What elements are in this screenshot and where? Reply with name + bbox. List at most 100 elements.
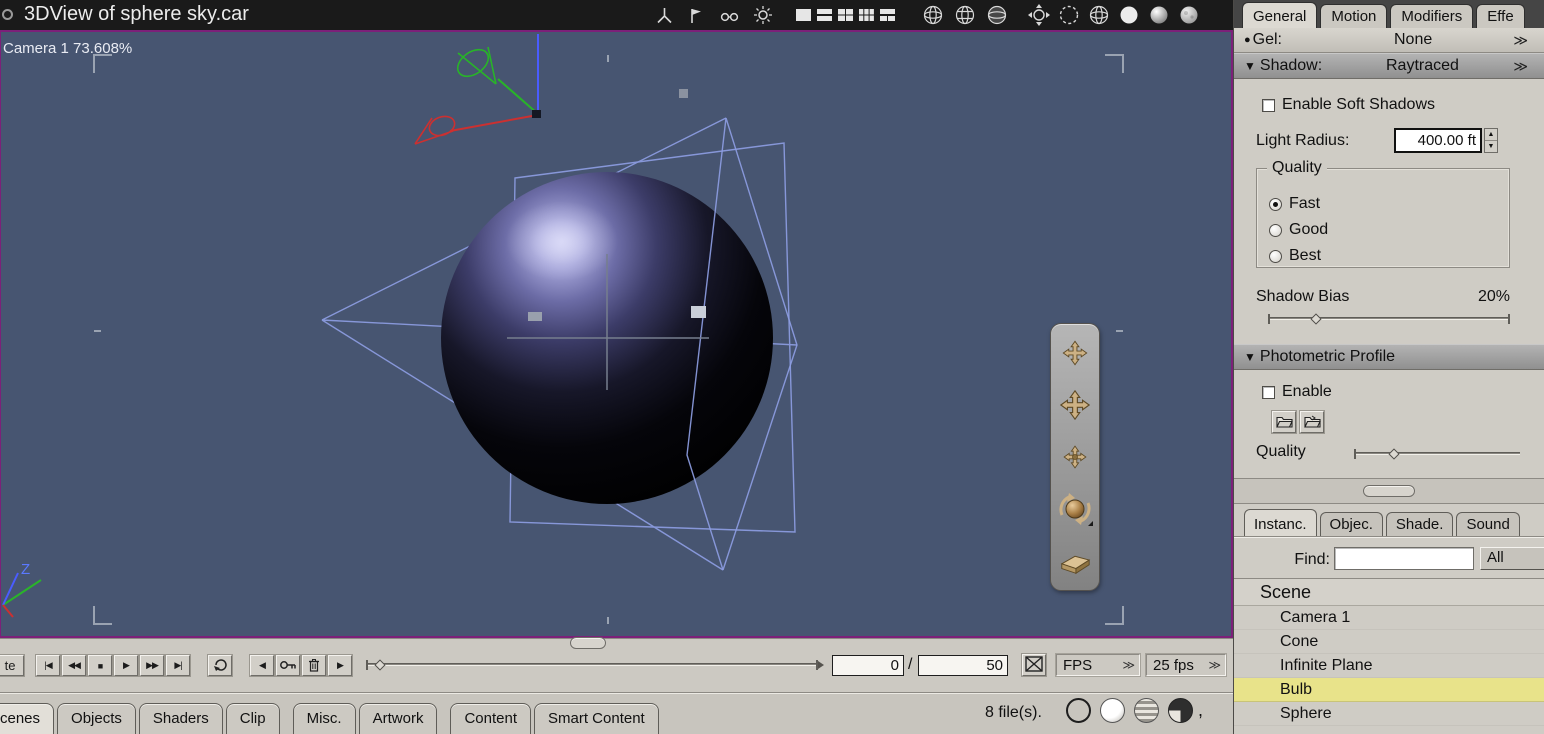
- step-back-button[interactable]: ◀◀: [62, 655, 86, 676]
- photometric-enable-checkbox[interactable]: [1262, 385, 1275, 399]
- pan-tool-button[interactable]: [1053, 332, 1097, 378]
- shadow-type-value[interactable]: Raytraced: [1386, 57, 1459, 75]
- stepper-down-icon[interactable]: ▼: [1485, 141, 1497, 152]
- go-to-start-button[interactable]: |◀: [36, 655, 60, 676]
- radio-good-icon[interactable]: [1269, 223, 1282, 237]
- tab-general[interactable]: General: [1242, 2, 1318, 28]
- stepper-up-icon[interactable]: ▲: [1485, 129, 1497, 141]
- globe-lined-icon[interactable]: [954, 4, 976, 26]
- animate-toggle-button[interactable]: te: [0, 655, 24, 676]
- tab-instances[interactable]: Instanc.: [1244, 509, 1317, 536]
- gel-value[interactable]: None: [1394, 31, 1432, 49]
- tab-shaders-browser[interactable]: Shade.: [1385, 512, 1454, 536]
- loop-button[interactable]: [208, 655, 232, 676]
- step-forward-button[interactable]: ▶▶: [140, 655, 164, 676]
- delete-key-button[interactable]: [302, 655, 326, 676]
- tab-content[interactable]: Content: [450, 703, 531, 734]
- shadow-bias-slider[interactable]: [1268, 312, 1510, 326]
- bias-slider-track[interactable]: [1268, 317, 1510, 320]
- glasses-icon[interactable]: [719, 6, 740, 25]
- quality-option-fast[interactable]: Fast: [1269, 195, 1320, 213]
- tab-modifiers[interactable]: Modifiers: [1390, 4, 1474, 28]
- dashed-circle-icon[interactable]: [1058, 4, 1080, 26]
- globe-shaded-icon[interactable]: [986, 4, 1008, 26]
- mixed-pane-icon[interactable]: [879, 8, 896, 22]
- panel-splitter-handle[interactable]: [1363, 485, 1415, 497]
- window-icon[interactable]: [2, 9, 13, 20]
- grid-6-pane-icon[interactable]: [858, 8, 875, 22]
- open-profile-button[interactable]: [1272, 411, 1296, 433]
- striped-sphere-icon[interactable]: [1134, 698, 1159, 723]
- gel-section-header[interactable]: ● Gel: None ≫: [1234, 28, 1544, 53]
- previous-key-button[interactable]: ◀: [250, 655, 274, 676]
- go-to-end-button[interactable]: ▶|: [166, 655, 190, 676]
- light-radius-field[interactable]: 400.00 ft: [1394, 128, 1482, 153]
- orbit-camera-icon[interactable]: [1028, 4, 1050, 26]
- textured-sphere-icon[interactable]: [1178, 4, 1200, 26]
- tab-artwork[interactable]: Artwork: [358, 703, 438, 734]
- quality-option-best[interactable]: Best: [1269, 247, 1321, 265]
- tab-objects-browser[interactable]: Objec.: [1319, 512, 1383, 536]
- tab-effects[interactable]: Effe: [1476, 4, 1525, 28]
- globe-wire-icon[interactable]: [922, 4, 944, 26]
- tab-objects[interactable]: Objects: [57, 703, 136, 734]
- panel-splitter[interactable]: [1234, 478, 1544, 504]
- tab-clip[interactable]: Clip: [225, 703, 280, 734]
- tab-sound[interactable]: Sound: [1456, 512, 1520, 536]
- stop-button[interactable]: ■: [88, 655, 112, 676]
- no-preview-button[interactable]: [1022, 654, 1046, 676]
- photometric-collapse-triangle-icon[interactable]: ▼: [1244, 350, 1256, 364]
- total-frames-field[interactable]: 50: [918, 655, 1008, 676]
- list-item-sphere[interactable]: Sphere: [1234, 702, 1544, 726]
- shadow-collapse-triangle-icon[interactable]: ▼: [1244, 59, 1256, 73]
- soft-shadows-checkbox[interactable]: [1262, 98, 1275, 112]
- quality-option-good[interactable]: Good: [1269, 221, 1328, 239]
- quarter-sphere-icon[interactable]: [1168, 698, 1193, 723]
- shaded-sphere-icon[interactable]: [1148, 4, 1170, 26]
- add-key-button[interactable]: [276, 655, 300, 676]
- shadow-collapse-icon[interactable]: ≫: [1513, 58, 1528, 75]
- bank-tool-button[interactable]: [1053, 540, 1097, 586]
- radio-best-icon[interactable]: [1269, 249, 1282, 263]
- photometric-section-header[interactable]: ▼ Photometric Profile: [1234, 344, 1544, 370]
- flat-sphere-icon[interactable]: [1118, 4, 1140, 26]
- radio-fast-icon[interactable]: [1269, 197, 1282, 211]
- play-button[interactable]: ▶: [114, 655, 138, 676]
- tab-motion[interactable]: Motion: [1320, 4, 1388, 28]
- timeline-scrubber[interactable]: [366, 658, 824, 672]
- tab-smart-content[interactable]: Smart Content: [534, 703, 659, 734]
- light-radius-stepper[interactable]: ▲ ▼: [1484, 128, 1498, 153]
- open-profile-alt-button[interactable]: [1300, 411, 1324, 433]
- single-pane-icon[interactable]: [795, 8, 812, 22]
- gel-collapse-icon[interactable]: ≫: [1513, 32, 1528, 49]
- viewport-splitter-handle[interactable]: [570, 637, 606, 649]
- find-input[interactable]: [1334, 547, 1474, 570]
- scene-canvas[interactable]: Z: [1, 32, 1230, 636]
- dolly-tool-button[interactable]: [1053, 384, 1097, 430]
- split-horizontal-icon[interactable]: [816, 8, 833, 22]
- shadow-section-header[interactable]: ▼ Shadow: Raytraced ≫: [1234, 53, 1544, 79]
- axes-icon[interactable]: [655, 6, 674, 25]
- sun-icon[interactable]: [753, 5, 773, 25]
- list-item-bulb[interactable]: Bulb: [1234, 678, 1544, 702]
- flag-icon[interactable]: [687, 6, 706, 25]
- fps-rate-dropdown[interactable]: 25 fps ≫: [1146, 654, 1226, 676]
- tab-misc[interactable]: Misc.: [292, 703, 356, 734]
- list-item-infinite-plane[interactable]: Infinite Plane: [1234, 654, 1544, 678]
- next-key-button[interactable]: ▶: [328, 655, 352, 676]
- wireframe-sphere-icon[interactable]: [1088, 4, 1110, 26]
- current-frame-field[interactable]: 0: [832, 655, 904, 676]
- scene-root-item[interactable]: Scene: [1234, 578, 1544, 606]
- scrubber-track[interactable]: [366, 663, 818, 666]
- bias-slider-thumb[interactable]: [1310, 313, 1322, 325]
- track-tool-button[interactable]: [1053, 436, 1097, 482]
- pq-slider-track[interactable]: [1354, 452, 1520, 455]
- list-item-cone[interactable]: Cone: [1234, 630, 1544, 654]
- scrubber-thumb[interactable]: [374, 659, 386, 671]
- filter-dropdown[interactable]: All: [1480, 547, 1544, 570]
- fps-mode-dropdown[interactable]: FPS ≫: [1056, 654, 1140, 676]
- orbit-tool-button[interactable]: [1053, 488, 1097, 534]
- camera-gizmo[interactable]: [414, 34, 541, 145]
- grid-4-pane-icon[interactable]: [837, 8, 854, 22]
- pq-slider-thumb[interactable]: [1388, 448, 1400, 460]
